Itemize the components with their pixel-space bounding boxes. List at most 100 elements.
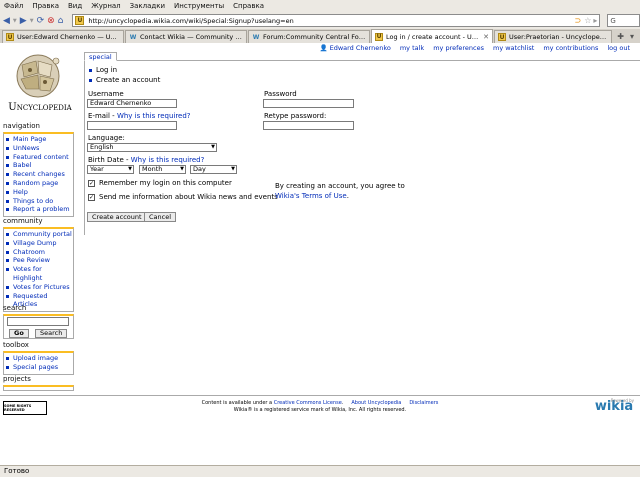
rss-feed-icon[interactable]: ⊃	[574, 16, 581, 25]
sidebar-item-main-page[interactable]: Main Page	[13, 135, 46, 144]
puzzle-globe-icon	[16, 54, 60, 98]
sidebar-item-chatroom[interactable]: Chatroom	[13, 248, 45, 257]
day-select[interactable]: Day ▼	[190, 165, 237, 174]
menu-file[interactable]: Файл	[4, 2, 23, 10]
remember-login-option[interactable]: ✓ Remember my login on this computer	[88, 179, 232, 187]
stop-icon[interactable]: ⊗	[47, 14, 55, 27]
url-text[interactable]: http://uncyclopedia.wikia.com/wiki/Speci…	[88, 17, 574, 25]
tab-favicon-icon: U	[498, 33, 506, 41]
dropdown-arrow-icon[interactable]: ▼	[30, 14, 34, 27]
sidebar-item-random-page[interactable]: Random page	[13, 179, 58, 188]
sidebar-item-help[interactable]: Help	[13, 188, 28, 197]
navigation-portlet: navigation Main Page UnNews Featured con…	[3, 122, 74, 218]
sidebar-item-unnews[interactable]: UnNews	[13, 144, 39, 153]
cc-license-link[interactable]: Creative Commons License	[274, 400, 342, 406]
tab-favicon-icon: W	[129, 33, 137, 41]
disclaimers-link[interactable]: Disclaimers	[409, 400, 438, 406]
sidebar-item-votes-highlight[interactable]: Votes for Highlight	[13, 265, 72, 283]
search-heading: search	[3, 304, 27, 312]
newsletter-checkbox[interactable]: ✓	[88, 193, 95, 201]
back-arrow-icon[interactable]: ◀	[3, 14, 10, 27]
email-field[interactable]	[87, 121, 177, 130]
terms-line: By creating an account, you agree to	[275, 182, 405, 190]
create-account-heading: Create an account	[96, 76, 161, 84]
sidebar-item-community-portal[interactable]: Community portal	[13, 230, 72, 239]
chevron-down-icon: ▼	[231, 166, 235, 172]
remember-checkbox[interactable]: ✓	[88, 179, 95, 187]
go-arrow-icon[interactable]: ▸	[593, 16, 597, 25]
month-select[interactable]: Month ▼	[139, 165, 186, 174]
username-label: Username	[88, 90, 124, 98]
menu-view[interactable]: Вид	[68, 2, 82, 10]
sidebar-search-input[interactable]	[7, 317, 69, 326]
sidebar-item-upload-image[interactable]: Upload image	[13, 354, 58, 363]
my-talk-link[interactable]: my talk	[400, 44, 424, 52]
sidebar-item-pee-review[interactable]: Pee Review	[13, 256, 50, 265]
username-field[interactable]: Edward Chernenko	[87, 99, 177, 108]
bookmark-star-icon[interactable]: ☆	[584, 16, 591, 25]
language-value: English	[90, 143, 114, 151]
search-button[interactable]: Search	[35, 329, 68, 338]
tab-special[interactable]: special	[84, 52, 117, 61]
page-footer: SOME RIGHTS RESERVED Content is availabl…	[0, 397, 640, 417]
browser-tab[interactable]: W Forum:Community Central For...	[248, 30, 370, 43]
sidebar-item-votes-pictures[interactable]: Votes for Pictures	[13, 283, 70, 292]
navigation-heading: navigation	[3, 122, 40, 130]
log-out-link[interactable]: log out	[607, 44, 630, 52]
cancel-button[interactable]: Cancel	[144, 212, 177, 222]
sidebar-item-report-problem[interactable]: Report a problem	[13, 205, 70, 214]
tab-bar: U User:Edward Chernenko — U... W Contact…	[0, 29, 640, 43]
my-preferences-link[interactable]: my preferences	[433, 44, 484, 52]
menu-bookmarks[interactable]: Закладки	[130, 2, 165, 10]
sidebar-item-village-dump[interactable]: Village Dump	[13, 239, 56, 248]
home-icon[interactable]: ⌂	[58, 14, 64, 27]
about-link[interactable]: About Uncyclopedia	[351, 400, 401, 406]
menu-edit[interactable]: Правка	[32, 2, 59, 10]
user-link[interactable]: Edward Chernenko	[330, 44, 391, 52]
browser-tab[interactable]: U User:Edward Chernenko — U...	[2, 30, 124, 43]
reload-icon[interactable]: ⟳	[37, 14, 45, 27]
create-account-button[interactable]: Create account	[87, 212, 147, 222]
birth-why-link[interactable]: Why is this required?	[131, 156, 205, 164]
tab-title: Forum:Community Central For...	[263, 33, 366, 41]
community-heading: community	[3, 217, 43, 225]
tab-list-icon[interactable]: ▾	[630, 32, 634, 41]
user-icon: 👤	[319, 43, 328, 52]
tab-favicon-icon: W	[252, 33, 260, 41]
birth-date-label: Birth Date -	[88, 156, 131, 164]
my-contributions-link[interactable]: my contributions	[543, 44, 598, 52]
my-watchlist-link[interactable]: my watchlist	[493, 44, 534, 52]
email-why-link[interactable]: Why is this required?	[117, 112, 191, 120]
menu-help[interactable]: Справка	[233, 2, 264, 10]
menu-tools[interactable]: Инструменты	[174, 2, 224, 10]
language-select[interactable]: English ▼	[87, 143, 217, 152]
address-bar[interactable]: U http://uncyclopedia.wikia.com/wiki/Spe…	[72, 14, 601, 27]
wikia-logo[interactable]: Powered by wikia	[592, 398, 636, 416]
dropdown-arrow-icon[interactable]: ▼	[13, 14, 17, 27]
browser-tab-active[interactable]: U Log in / create account - Unc... ✕	[371, 29, 493, 43]
site-logo[interactable]: Uncyclopedia	[2, 51, 77, 123]
log-in-link[interactable]: Log in	[96, 66, 117, 74]
browser-tab[interactable]: W Contact Wikia — Community C...	[125, 30, 247, 43]
go-button[interactable]: Go	[9, 329, 29, 338]
chevron-down-icon: ▼	[128, 166, 132, 172]
trademark-text: Wikia® is a registered service mark of W…	[233, 407, 407, 413]
year-select[interactable]: Year ▼	[87, 165, 134, 174]
sidebar-item-recent-changes[interactable]: Recent changes	[13, 170, 65, 179]
newsletter-option[interactable]: ✓ Send me information about Wikia news an…	[88, 193, 278, 201]
browser-search-box[interactable]: G	[607, 14, 640, 27]
close-tab-icon[interactable]: ✕	[483, 33, 489, 41]
new-tab-icon[interactable]: ✚	[617, 32, 624, 41]
sidebar-item-featured[interactable]: Featured content	[13, 153, 69, 162]
terms-of-use-link[interactable]: Terms of Use	[302, 192, 347, 200]
password-field[interactable]	[263, 99, 354, 108]
browser-tab[interactable]: U User:Praetorian - Uncycloped...	[494, 30, 612, 43]
sidebar-item-babel[interactable]: Babel	[13, 161, 31, 170]
forward-arrow-icon[interactable]: ▶	[20, 14, 27, 27]
menu-history[interactable]: Журнал	[91, 2, 120, 10]
sidebar-item-things-to-do[interactable]: Things to do	[13, 197, 53, 206]
retype-password-field[interactable]	[263, 121, 354, 130]
sidebar-item-special-pages[interactable]: Special pages	[13, 363, 58, 372]
tab-title: User:Edward Chernenko — U...	[17, 33, 117, 41]
search-engine-icon: G	[610, 16, 616, 25]
